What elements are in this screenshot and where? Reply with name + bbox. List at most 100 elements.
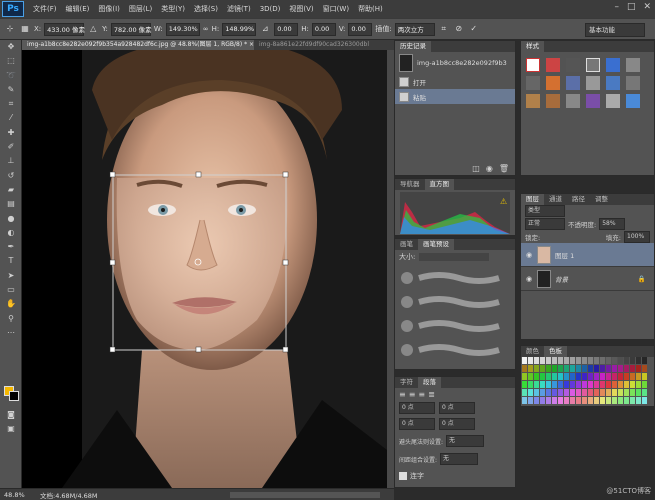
color-swatch[interactable] <box>600 373 605 380</box>
color-swatch[interactable] <box>642 357 647 364</box>
minimize-icon[interactable]: – <box>614 2 619 12</box>
color-swatch[interactable] <box>594 397 599 404</box>
color-swatch[interactable] <box>552 381 557 388</box>
menu-type[interactable]: 类型(Y) <box>161 4 185 14</box>
color-swatch[interactable] <box>558 397 563 404</box>
color-swatch[interactable] <box>618 381 623 388</box>
color-swatch[interactable] <box>642 373 647 380</box>
color-swatch[interactable] <box>612 389 617 396</box>
doc-size[interactable]: 文档:4.68M/4.68M <box>40 490 120 500</box>
color-swatch[interactable] <box>642 397 647 404</box>
color-swatch[interactable] <box>558 365 563 372</box>
menu-window[interactable]: 窗口(W) <box>323 4 349 14</box>
blend-mode-select[interactable]: 正常 <box>525 218 565 230</box>
color-swatch[interactable] <box>612 381 617 388</box>
clone-stamp-tool-icon[interactable]: ⊥ <box>0 154 22 168</box>
color-swatch[interactable] <box>570 365 575 372</box>
style-swatch[interactable] <box>606 58 620 72</box>
color-swatch[interactable] <box>588 357 593 364</box>
color-swatch[interactable] <box>630 357 635 364</box>
color-swatch[interactable] <box>522 381 527 388</box>
style-swatch[interactable] <box>526 94 540 108</box>
style-swatch[interactable] <box>546 76 560 90</box>
layer-row[interactable]: ◉ 图层 1 <box>521 243 654 267</box>
color-swatch[interactable] <box>522 389 527 396</box>
delta-icon[interactable]: △ <box>87 23 99 35</box>
color-swatch[interactable] <box>606 381 611 388</box>
color-swatch[interactable] <box>552 373 557 380</box>
horizontal-scrollbar[interactable] <box>230 491 380 498</box>
color-swatch[interactable] <box>540 397 545 404</box>
color-swatch[interactable] <box>558 373 563 380</box>
color-swatch[interactable] <box>642 381 647 388</box>
color-swatch[interactable] <box>540 365 545 372</box>
tab-brush[interactable]: 画笔 <box>395 239 418 250</box>
style-swatch[interactable] <box>626 76 640 90</box>
history-item[interactable]: 粘贴 <box>395 89 515 104</box>
color-swatch[interactable] <box>564 357 569 364</box>
color-swatch[interactable] <box>642 389 647 396</box>
align-right-icon[interactable]: ≡ <box>418 390 425 399</box>
tab-history[interactable]: 历史记录 <box>395 41 431 52</box>
justify-icon[interactable]: ≣ <box>428 390 435 399</box>
style-swatch[interactable] <box>546 58 560 72</box>
color-swatch[interactable] <box>582 357 587 364</box>
tab-navigator[interactable]: 导航器 <box>395 179 425 190</box>
color-swatch[interactable] <box>600 381 605 388</box>
style-swatch[interactable] <box>526 76 540 90</box>
color-swatch[interactable] <box>552 397 557 404</box>
color-swatch[interactable] <box>528 357 533 364</box>
align-center-icon[interactable]: ≡ <box>409 390 416 399</box>
color-swatch[interactable] <box>636 373 641 380</box>
hskew-field[interactable]: 0.00 <box>311 22 336 36</box>
layer-name[interactable]: 图层 1 <box>555 250 574 260</box>
cancel-icon[interactable]: ⊘ <box>453 23 465 35</box>
tab-paths[interactable]: 路径 <box>567 194 590 205</box>
color-swatch[interactable] <box>588 389 593 396</box>
color-swatch[interactable] <box>534 357 539 364</box>
color-swatch[interactable] <box>618 389 623 396</box>
color-swatch[interactable] <box>624 389 629 396</box>
menu-3d[interactable]: 3D(D) <box>260 5 281 13</box>
color-swatch[interactable] <box>552 357 557 364</box>
color-swatch[interactable] <box>540 357 545 364</box>
move-tool-icon[interactable]: ✥ <box>0 40 22 54</box>
style-swatch[interactable] <box>526 58 540 72</box>
indent-first-field[interactable]: 0 点 <box>399 418 435 430</box>
menu-edit[interactable]: 编辑(E) <box>66 4 90 14</box>
color-swatch[interactable] <box>630 381 635 388</box>
color-swatch[interactable] <box>534 397 539 404</box>
color-swatch[interactable] <box>624 357 629 364</box>
history-item[interactable]: 打开 <box>395 74 515 89</box>
color-swatch[interactable] <box>612 357 617 364</box>
color-swatch[interactable] <box>582 373 587 380</box>
color-swatch[interactable] <box>570 397 575 404</box>
color-swatch[interactable] <box>594 381 599 388</box>
color-swatch[interactable] <box>594 357 599 364</box>
style-swatch[interactable] <box>606 76 620 90</box>
color-swatch[interactable] <box>636 365 641 372</box>
color-swatch[interactable] <box>606 373 611 380</box>
color-swatch[interactable] <box>558 381 563 388</box>
crop-tool-icon[interactable]: ⌗ <box>0 97 22 111</box>
color-swatch[interactable] <box>528 381 533 388</box>
menu-filter[interactable]: 滤镜(T) <box>227 4 251 14</box>
document-canvas[interactable] <box>22 50 387 488</box>
color-swatch[interactable] <box>528 373 533 380</box>
color-swatch[interactable] <box>546 397 551 404</box>
indent-left-field[interactable]: 0 点 <box>399 402 435 414</box>
doc-tab-active[interactable]: img-a1b8cc8e282e092f9b354a928482df6c.jpg… <box>22 40 254 50</box>
color-swatch[interactable] <box>528 389 533 396</box>
color-swatch[interactable] <box>606 397 611 404</box>
color-swatch[interactable] <box>576 381 581 388</box>
camera-icon[interactable]: ◉ <box>486 164 493 173</box>
more-tools-icon[interactable]: ⋯ <box>0 326 22 340</box>
color-swatch[interactable] <box>582 365 587 372</box>
color-swatch[interactable] <box>630 389 635 396</box>
layer-filter-select[interactable]: 类型 <box>525 205 565 217</box>
color-swatch[interactable] <box>588 381 593 388</box>
color-swatch[interactable] <box>600 397 605 404</box>
style-swatch[interactable] <box>626 94 640 108</box>
align-left-icon[interactable]: ≡ <box>399 390 406 399</box>
color-swatch[interactable] <box>612 365 617 372</box>
